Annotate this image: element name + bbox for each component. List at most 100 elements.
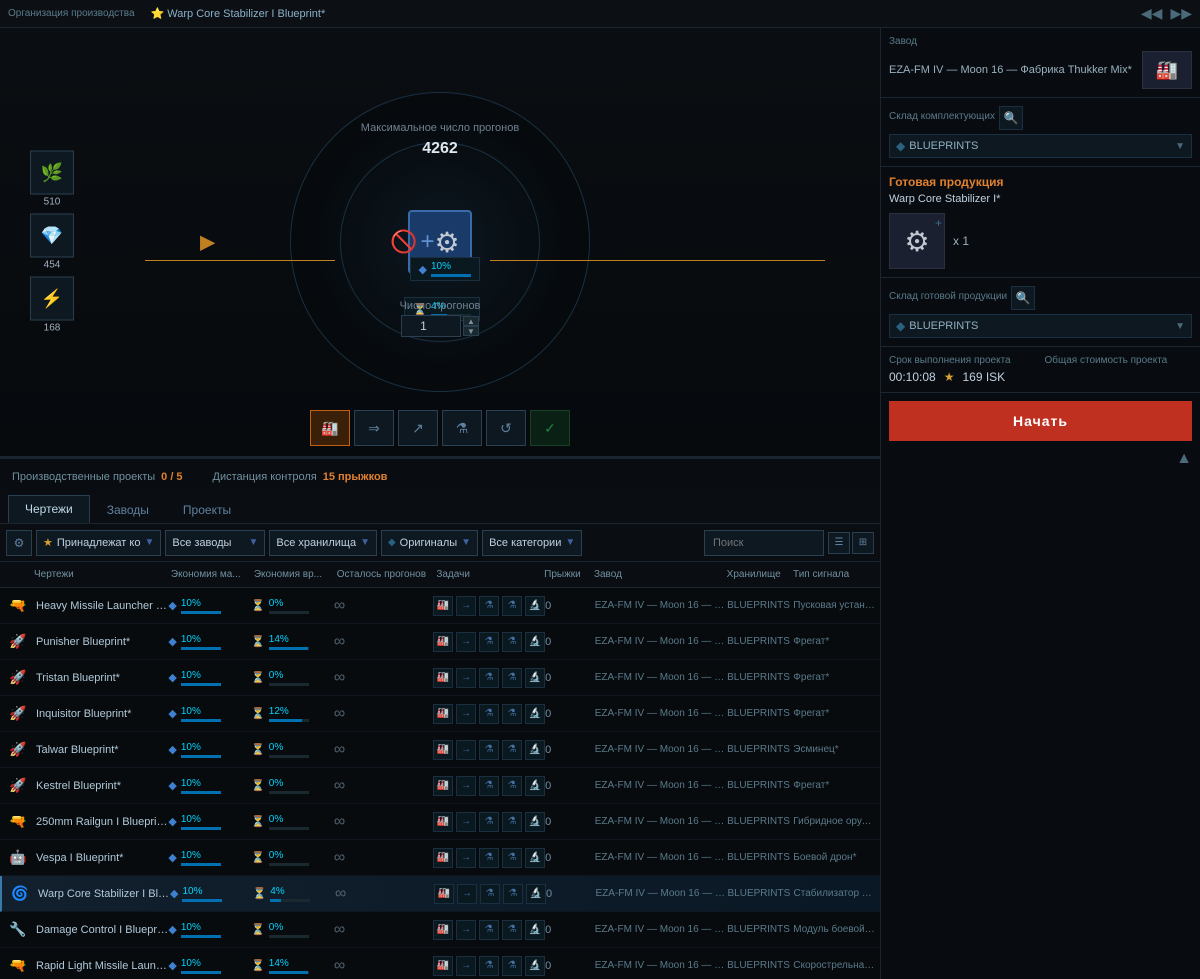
mat-bar — [181, 827, 221, 830]
bp-runs: ∞ — [334, 705, 433, 723]
mat-pct: 10% — [181, 742, 211, 753]
blueprint-row[interactable]: 🚀 Tristan Blueprint* ◆ 10% ⏳ 0% ∞ — [0, 660, 880, 696]
bp-type: Стабилизатор кв... — [794, 888, 877, 899]
blueprint-row[interactable]: 🚀 Inquisitor Blueprint* ◆ 10% ⏳ 12% ∞ — [0, 696, 880, 732]
filter-categories-dropdown[interactable]: Все категории ▼ — [482, 530, 582, 556]
filter-settings-btn[interactable]: ⚙ — [6, 530, 32, 556]
list-view-btn[interactable]: ☰ — [828, 532, 850, 554]
mat-diamond-icon: ◆ — [168, 599, 176, 612]
mat-bar — [182, 899, 222, 902]
time-hourglass-icon: ⏳ — [251, 743, 265, 756]
start-button[interactable]: Начать — [889, 401, 1192, 441]
blueprint-row[interactable]: 🔫 Heavy Missile Launcher I Blueprint ◆ 1… — [0, 588, 880, 624]
diagram-center: Максимальное число прогонов 4262 ⚙ ◆ 10%… — [280, 82, 600, 402]
storage-out-search-btn[interactable]: 🔍 — [1011, 286, 1035, 310]
mat-bar — [181, 755, 221, 758]
storage-out-dropdown[interactable]: ◆ BLUEPRINTS ▼ — [889, 314, 1192, 338]
storage-in-search-btn[interactable]: 🔍 — [999, 106, 1023, 130]
tab-factories[interactable]: Заводы — [90, 496, 166, 523]
toolbar-transfer-btn[interactable]: ⇒ — [354, 410, 394, 446]
search-input[interactable] — [704, 530, 824, 556]
time-bar — [269, 647, 309, 650]
proj-values-row: 00:10:08 ★ 169 ISK — [889, 370, 1192, 384]
mat-eff-wrap: 10% — [431, 261, 471, 277]
toolbar-factory-btn[interactable]: 🏭 — [310, 410, 350, 446]
blueprint-row[interactable]: 🔫 250mm Railgun I Blueprint* ◆ 10% ⏳ 0% … — [0, 804, 880, 840]
time-bar-wrap: 0% — [269, 922, 309, 938]
bp-mat-eff: ◆ 10% — [168, 598, 251, 614]
bp-factory: EZA-FM IV — Moon 16 — Фабрика Th — [595, 852, 727, 863]
output-icon-row: ⚙ x 1 — [889, 213, 1192, 269]
tab-blueprints[interactable]: Чертежи — [8, 495, 90, 523]
materials-panel: 🌿 510 💎 454 ⚡ 168 — [30, 151, 74, 334]
bp-factory: EZA-FM IV — Moon 16 — Фабрика Th — [595, 744, 727, 755]
time-hourglass-icon: ⏳ — [251, 815, 265, 828]
toolbar-lab-btn[interactable]: ⚗ — [442, 410, 482, 446]
filter-storage-dropdown[interactable]: Все хранилища ▼ — [269, 530, 377, 556]
col-header-time-eff: Экономия вр... — [254, 569, 337, 580]
bp-time-eff: ⏳ 12% — [251, 706, 334, 722]
filter-originals-dropdown[interactable]: ◆ Оригиналы ▼ — [381, 530, 478, 556]
blueprint-row[interactable]: 🔫 Rapid Light Missile Launcher I Bluep..… — [0, 948, 880, 979]
task-icon-4: ⚗ — [502, 776, 522, 796]
blueprint-list: 🔫 Heavy Missile Launcher I Blueprint ◆ 1… — [0, 588, 880, 979]
bp-mat-eff: ◆ 10% — [168, 742, 251, 758]
blueprint-row[interactable]: 🚀 Kestrel Blueprint* ◆ 10% ⏳ 0% ∞ — [0, 768, 880, 804]
blueprint-row[interactable]: 🚀 Talwar Blueprint* ◆ 10% ⏳ 0% ∞ � — [0, 732, 880, 768]
bp-time-eff: ⏳ 0% — [251, 850, 334, 866]
toolbar-confirm-btn[interactable]: ✓ — [530, 410, 570, 446]
h-line-left — [145, 260, 335, 261]
filter-bar: ⚙ ★ Принадлежат ко ▼ Все заводы ▼ Все хр… — [0, 524, 880, 562]
task-icon-4: ⚗ — [502, 596, 522, 616]
bp-rows-container: 🔫 Heavy Missile Launcher I Blueprint ◆ 1… — [0, 588, 880, 979]
bp-jumps: 0 — [545, 708, 595, 720]
mat-bar-wrap: 10% — [181, 958, 221, 974]
task-icon-4: ⚗ — [502, 668, 522, 688]
material-count-1: 510 — [44, 197, 61, 208]
projects-label: Производственные проекты — [12, 471, 155, 483]
bp-time-eff: ⏳ 0% — [251, 670, 334, 686]
blueprint-row[interactable]: 🤖 Vespa I Blueprint* ◆ 10% ⏳ 0% ∞ — [0, 840, 880, 876]
tab-projects[interactable]: Проекты — [166, 496, 248, 523]
bp-mat-eff: ◆ 10% — [168, 814, 251, 830]
time-hourglass-icon: ⏳ — [251, 599, 265, 612]
title-bar: Организация производства ⭐ Warp Core Sta… — [0, 0, 1200, 28]
task-icon-5: 🔬 — [525, 740, 545, 760]
bp-runs: ∞ — [334, 741, 433, 759]
runs-down-btn[interactable]: ▼ — [463, 326, 479, 336]
runs-input[interactable] — [401, 315, 461, 337]
task-icon-4: ⚗ — [502, 848, 522, 868]
time-pct: 4% — [270, 886, 300, 897]
filter-factories-dropdown[interactable]: Все заводы ▼ — [165, 530, 265, 556]
window-controls: ◀◀ ▶▶ — [1141, 5, 1192, 22]
filter-starred-dropdown[interactable]: ★ Принадлежат ко ▼ — [36, 530, 161, 556]
bp-runs: ∞ — [334, 957, 433, 975]
blueprint-row[interactable]: 🌀 Warp Core Stabilizer I Blueprint* ◆ 10… — [0, 876, 880, 912]
runs-up-btn[interactable]: ▲ — [463, 316, 479, 326]
main-area: Максимальное число прогонов 4262 ⚙ ◆ 10%… — [0, 28, 1200, 979]
bp-factory: EZA-FM IV — Moon 16 — Фабрика Th — [596, 888, 728, 899]
time-bar — [269, 683, 309, 686]
storage-out-icon: ◆ — [896, 319, 905, 333]
right-scroll-up[interactable]: ▲ — [1176, 450, 1192, 468]
bp-runs: ∞ — [334, 921, 433, 939]
toolbar-reset-btn[interactable]: ↺ — [486, 410, 526, 446]
blueprint-row[interactable]: 🚀 Punisher Blueprint* ◆ 10% ⏳ 14% ∞ — [0, 624, 880, 660]
task-icon-1: 🏭 — [433, 848, 453, 868]
toolbar-route-btn[interactable]: ↗ — [398, 410, 438, 446]
time-hourglass-icon: ⏳ — [251, 707, 265, 720]
grid-view-btn[interactable]: ⊞ — [852, 532, 874, 554]
bp-name: Damage Control I Blueprint* — [36, 924, 168, 936]
mat-bar-wrap: 10% — [181, 814, 221, 830]
factory-name: EZA-FM IV — Moon 16 — Фабрика Thukker Mi… — [889, 64, 1136, 76]
runs-infinity: ∞ — [335, 885, 346, 902]
nav-left-btn[interactable]: ◀◀ — [1141, 5, 1163, 22]
storage-in-dropdown[interactable]: ◆ BLUEPRINTS ▼ — [889, 134, 1192, 158]
blueprint-row[interactable]: 🔧 Damage Control I Blueprint* ◆ 10% ⏳ 0%… — [0, 912, 880, 948]
task-icon-1: 🏭 — [433, 920, 453, 940]
bp-type: Скорострельная л... — [793, 960, 876, 971]
nav-right-btn[interactable]: ▶▶ — [1170, 5, 1192, 22]
mat-bar — [181, 719, 221, 722]
task-icon-5: 🔬 — [525, 668, 545, 688]
categories-dd-arrow: ▼ — [565, 537, 575, 548]
